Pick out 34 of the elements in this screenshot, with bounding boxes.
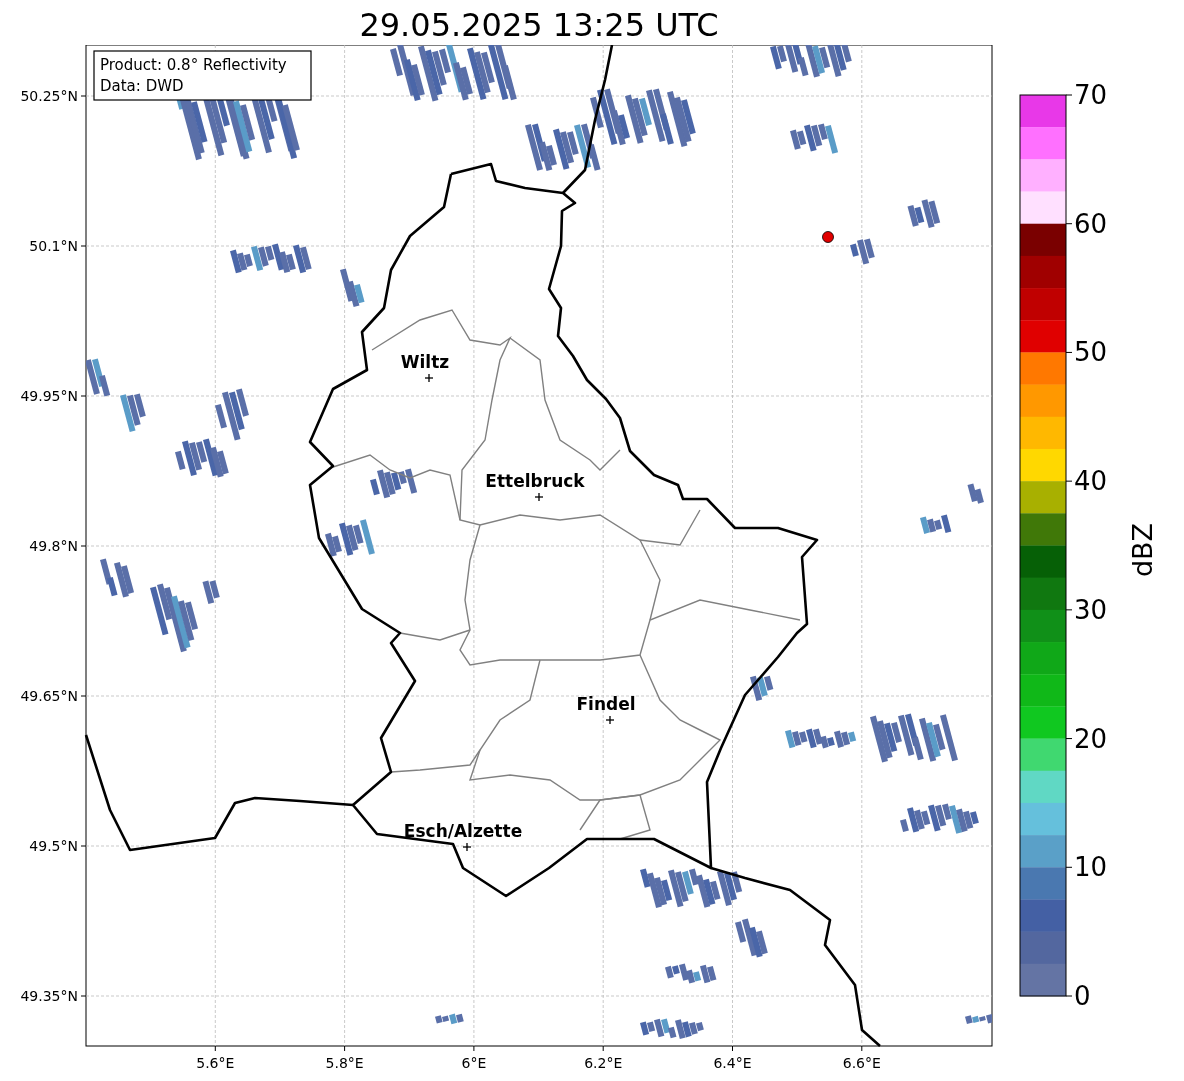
colorbar-tick-label: 20 [1074, 723, 1108, 754]
location-dot [822, 231, 834, 243]
colorbar-tick-label: 30 [1074, 594, 1108, 625]
axis-tick-label: 49.65°N [20, 688, 78, 704]
city-label: Wiltz [400, 352, 450, 372]
axis-tick-label: 49.95°N [20, 388, 78, 404]
axis-tick-label: 6.2°E [584, 1055, 623, 1071]
axis-tick-label: 50.25°N [20, 88, 78, 104]
axis-tick-label: 49.8°N [29, 538, 78, 554]
axis-tick-label: 49.5°N [29, 838, 78, 854]
axis-tick-label: 5.6°E [196, 1055, 235, 1071]
city-marker-icon [424, 373, 434, 383]
city-marker-icon [534, 492, 544, 502]
colorbar-tick-label: 0 [1074, 981, 1091, 1011]
city-marker-icon [462, 842, 472, 852]
city-label: Findel [576, 694, 636, 714]
axis-tick-label: 6°E [461, 1055, 487, 1071]
axis-tick-label: 50.1°N [29, 238, 78, 254]
axis-tick-label: 5.8°E [325, 1055, 364, 1071]
colorbar-tick-label: 70 [1074, 80, 1108, 110]
city-marker-icon [605, 715, 615, 725]
info-text: Product: 0.8° Reflectivity [100, 56, 287, 74]
axis-tick-label: 49.35°N [20, 988, 78, 1004]
colorbar-tick-label: 40 [1074, 466, 1108, 497]
city-label: Esch/Alzette [403, 821, 523, 841]
city-label: Ettelbruck [485, 471, 585, 491]
axis-tick-label: 6.6°E [842, 1055, 881, 1071]
info-text: Data: DWD [100, 77, 184, 95]
colorbar-tick-label: 50 [1074, 337, 1108, 368]
axis-tick-label: 6.4°E [713, 1055, 752, 1071]
colorbar-tick-label: 60 [1074, 208, 1108, 239]
colorbar-tick-label: 10 [1074, 852, 1108, 883]
chart-title: 29.05.2025 13:25 UTC [359, 5, 719, 45]
colorbar-label: dBZ [1127, 522, 1158, 578]
